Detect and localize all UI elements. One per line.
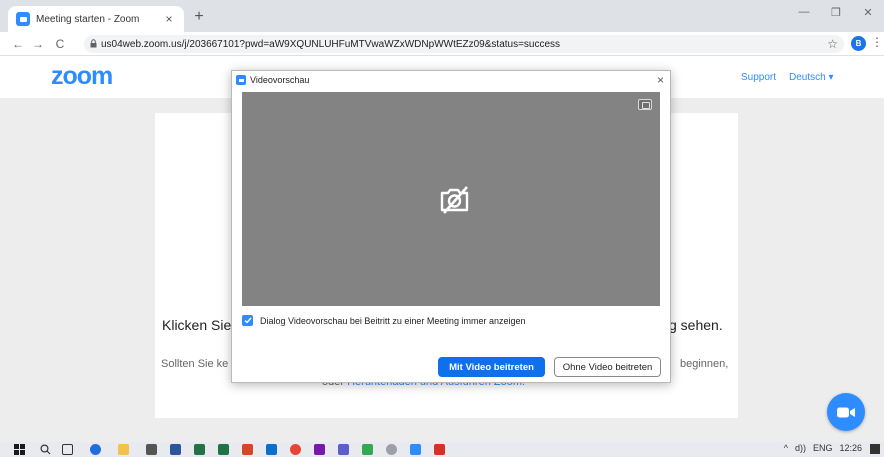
forward-arrow-icon[interactable]: → xyxy=(28,37,48,51)
zoom-logo[interactable]: zoom xyxy=(51,62,113,91)
word-icon[interactable] xyxy=(170,444,181,455)
calculator-icon[interactable] xyxy=(146,444,157,455)
tab-close-icon[interactable]: × xyxy=(162,12,176,26)
notification-center-icon[interactable] xyxy=(870,444,880,454)
zoom-meeting-fab[interactable] xyxy=(827,393,865,431)
window-controls: — ❐ ✕ xyxy=(788,0,884,24)
tray-chevron-icon[interactable]: ^ xyxy=(784,443,788,453)
system-tray: ^ d)) ENG 12:26 xyxy=(777,443,862,453)
browser-tabbar: Meeting starten - Zoom × + — ❐ ✕ xyxy=(0,0,884,32)
browser-tab[interactable]: Meeting starten - Zoom × xyxy=(8,6,184,32)
video-preview-dialog: Videovorschau × Dialog Videovorschau bei… xyxy=(231,70,671,383)
launch-instruction-right: g sehen. xyxy=(669,317,723,333)
dialog-close-button[interactable]: × xyxy=(657,73,664,87)
zoom-taskbar-icon[interactable] xyxy=(410,444,421,455)
join-with-video-button[interactable]: Mit Video beitreten xyxy=(438,357,545,377)
restore-button[interactable]: ❐ xyxy=(820,0,852,24)
volume-icon[interactable]: d)) xyxy=(795,443,806,453)
lock-icon[interactable] xyxy=(90,38,97,50)
language-indicator[interactable]: ENG xyxy=(813,443,833,453)
bookmark-star-icon[interactable]: ☆ xyxy=(827,37,838,51)
edge-browser-icon[interactable] xyxy=(90,444,101,455)
dialog-title: Videovorschau xyxy=(250,75,310,85)
fallback-text-left: Sollten Sie ke xyxy=(161,358,229,370)
search-icon[interactable] xyxy=(40,444,51,455)
onenote-icon[interactable] xyxy=(314,444,325,455)
windows-taskbar: ^ d)) ENG 12:26 xyxy=(0,442,884,457)
join-without-video-button[interactable]: Ohne Video beitreten xyxy=(554,357,661,377)
zoom-app-icon xyxy=(236,75,246,85)
close-window-button[interactable]: ✕ xyxy=(852,0,884,24)
chrome-icon[interactable] xyxy=(290,444,301,455)
file-explorer-icon[interactable] xyxy=(118,444,129,455)
fallback-text-right: beginnen, xyxy=(680,358,729,370)
teams-icon[interactable] xyxy=(338,444,349,455)
task-view-icon[interactable] xyxy=(62,444,73,455)
minimize-button[interactable]: — xyxy=(788,0,820,24)
back-arrow-icon[interactable]: ← xyxy=(8,37,28,51)
dialog-titlebar[interactable]: Videovorschau × xyxy=(232,71,670,89)
address-toolbar: ← → C us04web.zoom.us/j/203667101?pwd=aW… xyxy=(0,32,884,56)
settings-app-icon[interactable] xyxy=(386,444,397,455)
launch-instruction-left: Klicken Sie xyxy=(162,317,232,333)
video-camera-icon xyxy=(837,407,855,417)
excel-icon[interactable] xyxy=(194,444,205,455)
always-show-preview-label: Dialog Videovorschau bei Beitritt zu ein… xyxy=(260,315,526,326)
spreadsheet-icon[interactable] xyxy=(218,444,229,455)
always-show-preview-option[interactable]: Dialog Videovorschau bei Beitritt zu ein… xyxy=(242,315,525,326)
profile-avatar[interactable]: B xyxy=(851,36,866,51)
maps-icon[interactable] xyxy=(362,444,373,455)
powerpoint-icon[interactable] xyxy=(242,444,253,455)
outlook-icon[interactable] xyxy=(266,444,277,455)
tab-title: Meeting starten - Zoom xyxy=(36,13,140,25)
clock[interactable]: 12:26 xyxy=(839,443,862,453)
video-preview-area xyxy=(242,92,660,306)
browser-menu-icon[interactable]: ⋮ xyxy=(871,35,883,49)
support-link[interactable]: Support xyxy=(741,72,776,83)
url-text: us04web.zoom.us/j/203667101?pwd=aW9XQUNL… xyxy=(101,38,561,50)
reload-icon[interactable]: C xyxy=(50,37,70,51)
new-tab-button[interactable]: + xyxy=(190,8,208,26)
address-bar[interactable]: us04web.zoom.us/j/203667101?pwd=aW9XQUNL… xyxy=(84,35,844,53)
pdf-reader-icon[interactable] xyxy=(434,444,445,455)
language-selector[interactable]: Deutsch ▾ xyxy=(789,72,833,83)
zoom-favicon-icon xyxy=(16,12,30,26)
always-show-preview-checkbox[interactable] xyxy=(242,315,253,326)
camera-off-icon xyxy=(440,186,469,214)
windows-start-icon[interactable] xyxy=(14,444,25,455)
background-icon[interactable] xyxy=(638,99,652,110)
